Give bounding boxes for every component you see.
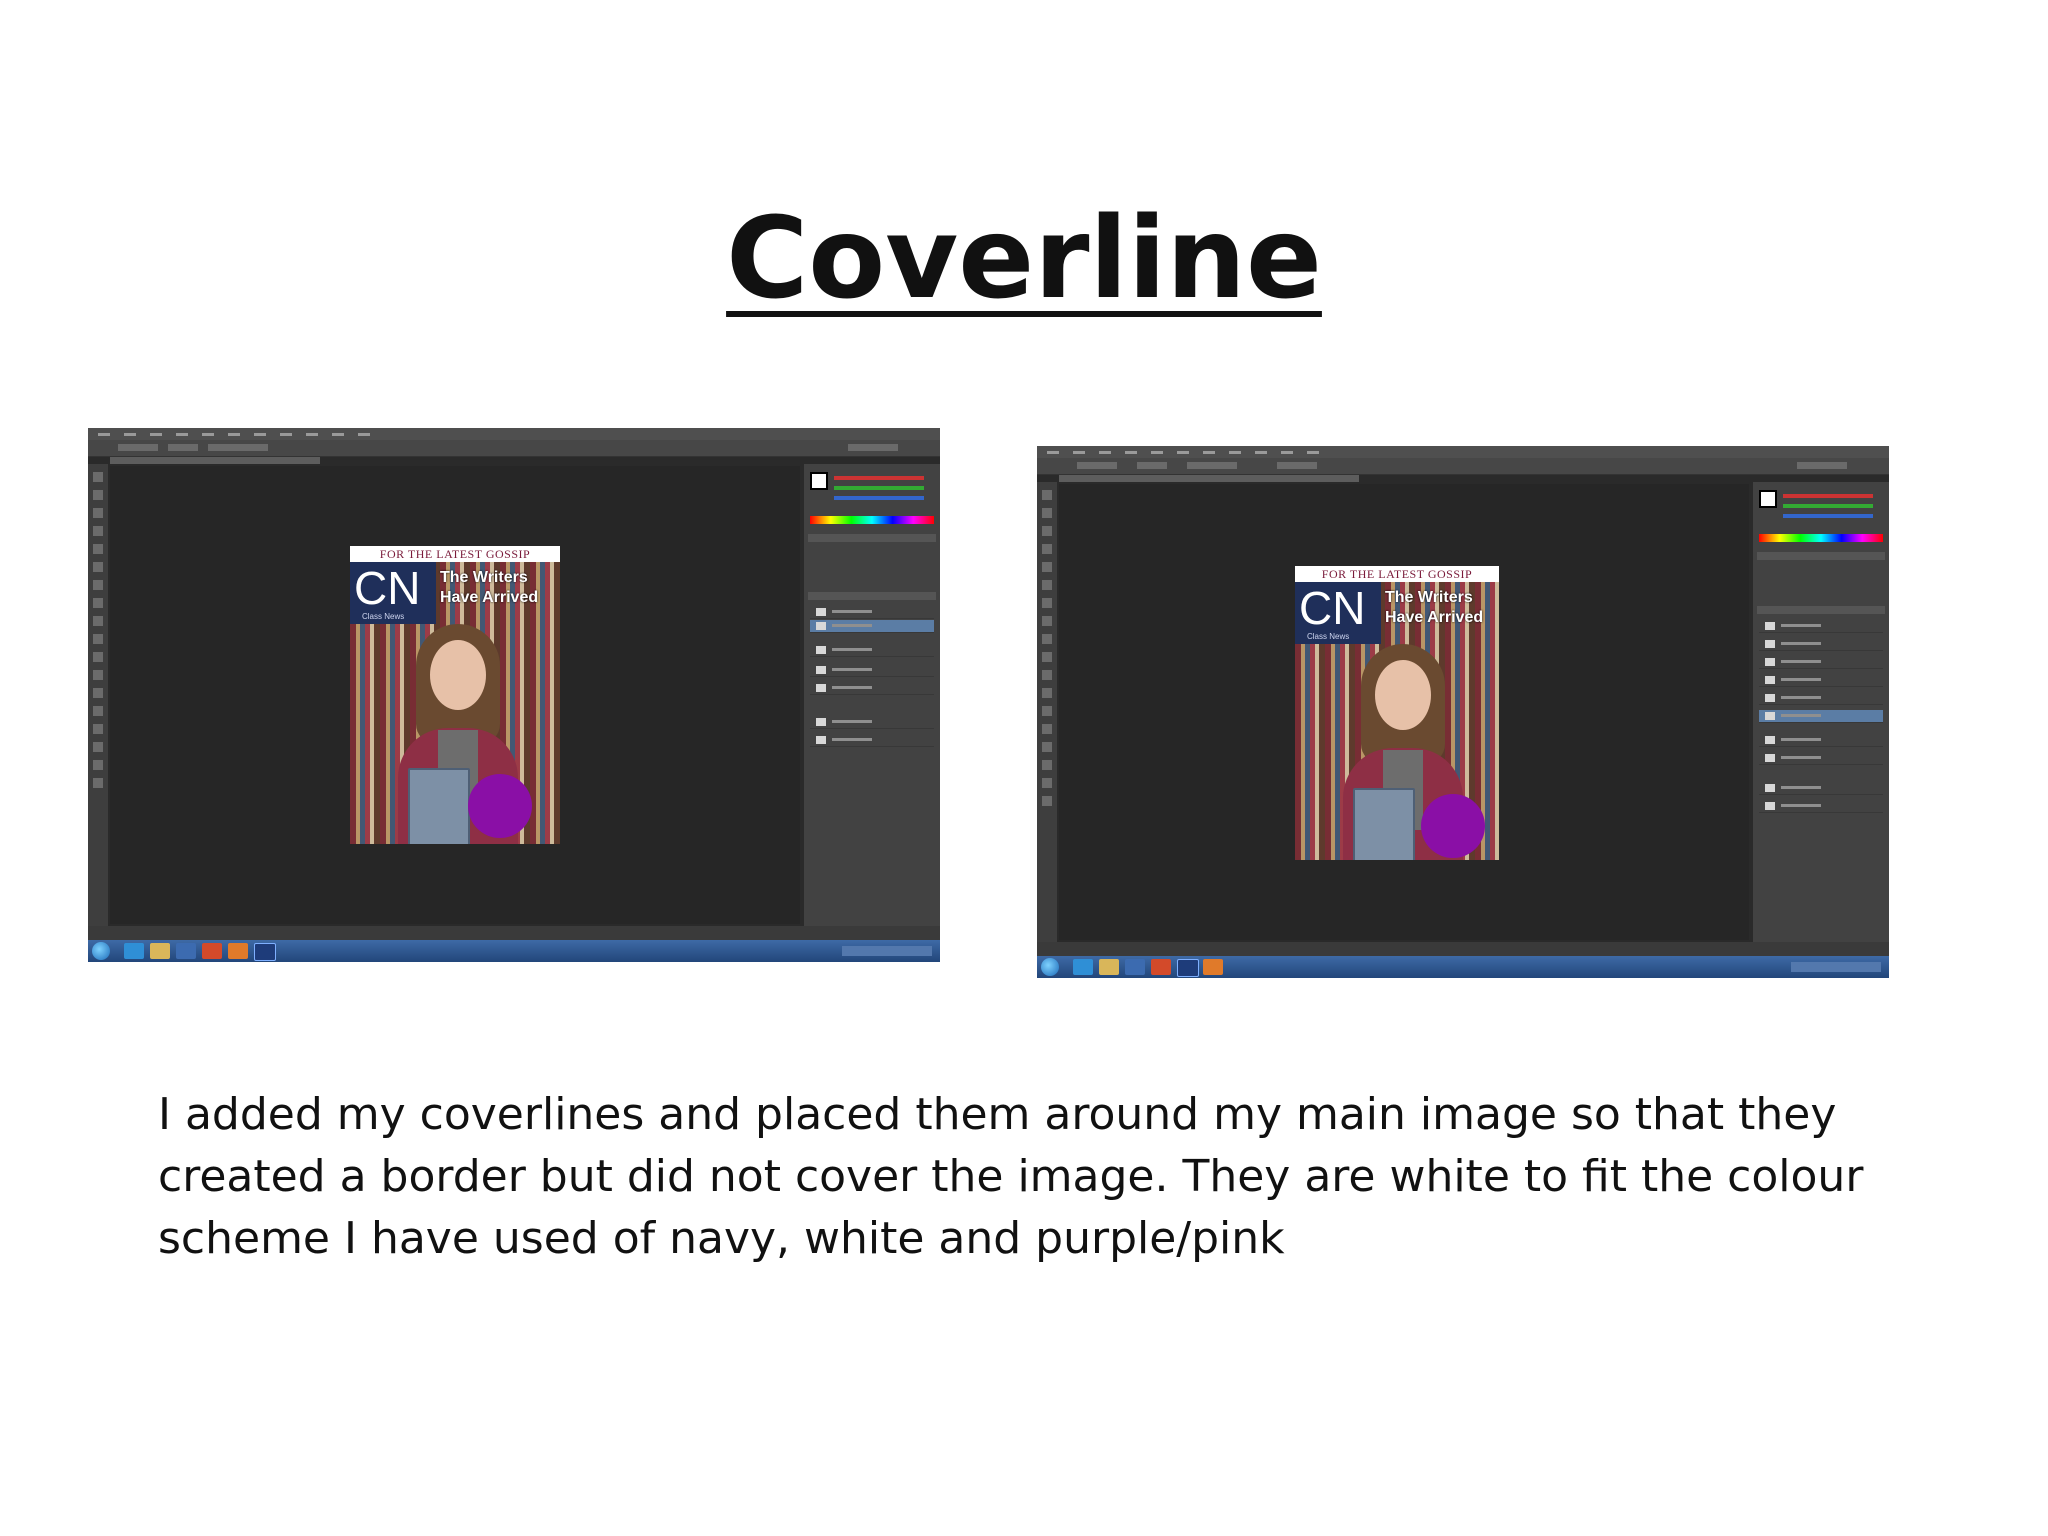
- layer-row[interactable]: [1759, 710, 1883, 723]
- app-icon[interactable]: [202, 943, 222, 959]
- masthead-block: CN Class News: [350, 562, 436, 624]
- cover-headline: The Writers Have Arrived: [440, 569, 539, 606]
- body-line: I added my coverlines and placed them ar…: [158, 1089, 1837, 1140]
- exclusive-badge: [468, 774, 532, 838]
- layer-row[interactable]: [810, 682, 934, 695]
- exclusive-badge: [1421, 794, 1485, 858]
- layer-row[interactable]: [1759, 782, 1883, 795]
- color-spectrum: [810, 516, 934, 524]
- photoshop-icon[interactable]: [1177, 959, 1199, 977]
- photoshop-icon[interactable]: [254, 943, 276, 961]
- masthead-block: CN Class News: [1295, 582, 1381, 644]
- magazine-cover: FOR THE LATEST GOSSIP CN Class News The …: [1295, 566, 1499, 860]
- layer-row[interactable]: [810, 606, 934, 619]
- folder-icon[interactable]: [150, 943, 170, 959]
- layer-row[interactable]: [810, 734, 934, 747]
- system-tray: [842, 946, 932, 956]
- photoshop-screenshot-2: FOR THE LATEST GOSSIP CN Class News The …: [1037, 446, 1889, 978]
- ie-icon[interactable]: [1073, 959, 1093, 975]
- book-image: [1353, 788, 1415, 860]
- right-panels: [804, 464, 940, 926]
- app-icon[interactable]: [1151, 959, 1171, 975]
- cover-banner: FOR THE LATEST GOSSIP: [350, 546, 560, 562]
- right-panels: [1753, 482, 1889, 942]
- layer-row[interactable]: [1759, 638, 1883, 651]
- layer-row[interactable]: [1759, 620, 1883, 633]
- masthead: CN: [1299, 582, 1366, 634]
- start-button-icon[interactable]: [92, 942, 110, 960]
- layer-row[interactable]: [1759, 692, 1883, 705]
- slide-body-text: I added my coverlines and placed them ar…: [158, 1084, 1938, 1270]
- status-bar: [1037, 942, 1889, 956]
- ie-icon[interactable]: [124, 943, 144, 959]
- start-button-icon[interactable]: [1041, 958, 1059, 976]
- cover-banner: FOR THE LATEST GOSSIP: [1295, 566, 1499, 582]
- tools-panel: [88, 464, 108, 926]
- layer-row[interactable]: [1759, 752, 1883, 765]
- app-icon[interactable]: [228, 943, 248, 959]
- book-image: [408, 768, 470, 844]
- app-icon[interactable]: [176, 943, 196, 959]
- body-line: created a border but did not cover the i…: [158, 1151, 1864, 1202]
- options-bar: [88, 440, 940, 457]
- cover-headline: The Writers Have Arrived: [1385, 589, 1484, 626]
- app-icon[interactable]: [1203, 959, 1223, 975]
- document-tab: [110, 457, 320, 464]
- masthead: CN: [354, 562, 421, 614]
- layer-row[interactable]: [810, 620, 934, 633]
- layer-row[interactable]: [1759, 800, 1883, 813]
- color-swatch: [810, 472, 828, 490]
- options-bar: [1037, 458, 1889, 475]
- color-swatch: [1759, 490, 1777, 508]
- layer-row[interactable]: [1759, 656, 1883, 669]
- app-icon[interactable]: [1125, 959, 1145, 975]
- slide-title: Coverline: [726, 194, 1322, 325]
- layer-row[interactable]: [810, 664, 934, 677]
- photoshop-screenshot-1: FOR THE LATEST GOSSIP CN Class News The …: [88, 428, 940, 962]
- magazine-cover: FOR THE LATEST GOSSIP CN Class News The …: [350, 546, 560, 844]
- layer-row[interactable]: [810, 644, 934, 657]
- windows-taskbar: [1037, 956, 1889, 978]
- system-tray: [1791, 962, 1881, 972]
- layer-row[interactable]: [810, 716, 934, 729]
- menu-bar: [88, 428, 940, 440]
- body-line: scheme I have used of navy, white and pu…: [158, 1213, 1285, 1264]
- color-spectrum: [1759, 534, 1883, 542]
- tools-panel: [1037, 482, 1057, 942]
- status-bar: [88, 926, 940, 940]
- document-tab: [1059, 475, 1359, 482]
- folder-icon[interactable]: [1099, 959, 1119, 975]
- layer-row[interactable]: [1759, 674, 1883, 687]
- layer-row[interactable]: [1759, 734, 1883, 747]
- menu-bar: [1037, 446, 1889, 458]
- windows-taskbar: [88, 940, 940, 962]
